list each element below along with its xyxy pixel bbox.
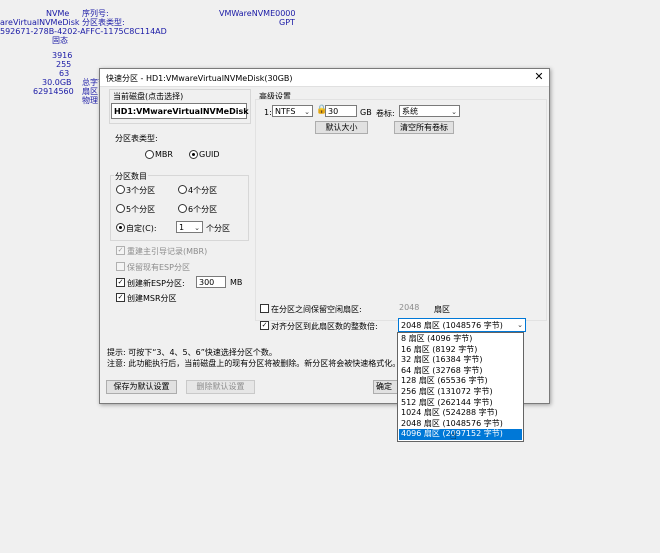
partition-table-label: 分区表类型:	[115, 134, 158, 143]
reserve-space-unit: 扇区	[434, 305, 450, 314]
save-default-button[interactable]: 保存为默认设置	[106, 380, 177, 394]
align-partitions-checkbox[interactable]: ✓	[260, 321, 269, 330]
chevron-down-icon: ⌄	[517, 321, 523, 329]
volume-label-label: 卷标:	[376, 109, 395, 118]
partition-size-unit: GB	[360, 108, 372, 117]
align-option[interactable]: 128 扇区 (65536 字节)	[399, 376, 522, 387]
4-partitions-label[interactable]: 4个分区	[188, 185, 217, 196]
guid-radio[interactable]	[189, 150, 198, 159]
align-option[interactable]: 256 扇区 (131072 字节)	[399, 387, 522, 398]
align-value: 2048 扇区 (1048576 字节)	[401, 321, 503, 330]
reserve-space-value: 2048	[399, 303, 420, 312]
keep-esp-label[interactable]: 保留现有ESP分区	[127, 262, 190, 273]
align-option[interactable]: 32 扇区 (16384 字节)	[399, 355, 522, 366]
create-esp-checkbox[interactable]: ✓	[116, 278, 125, 287]
esp-size-input[interactable]: 300	[196, 276, 226, 288]
align-option[interactable]: 8 扇区 (4096 字节)	[399, 334, 522, 345]
partition-size-input[interactable]: 30	[325, 105, 357, 117]
filesystem-combo[interactable]: NTFS ⌄	[272, 105, 313, 117]
create-msr-label[interactable]: 创建MSR分区	[127, 293, 177, 304]
current-disk-value: HD1:VMwareVirtualNVMeDisk	[114, 107, 249, 116]
bg-ptable-label: 分区表类型:	[82, 18, 125, 27]
default-size-button[interactable]: 默认大小	[315, 121, 368, 134]
create-msr-checkbox[interactable]: ✓	[116, 293, 125, 302]
rebuild-mbr-checkbox[interactable]: ✓	[116, 246, 125, 255]
6-partitions-radio[interactable]	[178, 204, 187, 213]
delete-default-button[interactable]: 删除默认设置	[186, 380, 255, 394]
custom-partitions-label[interactable]: 自定(C):	[126, 223, 157, 234]
dialog-title: 快速分区 - HD1:VMwareVirtualNVMeDisk(30GB)	[106, 74, 293, 83]
clear-all-labels-button[interactable]: 清空所有卷标	[394, 121, 454, 134]
align-dropdown-list[interactable]: 8 扇区 (4096 字节) 16 扇区 (8192 字节) 32 扇区 (16…	[397, 332, 524, 442]
current-disk-label: 当前磁盘(点击选择)	[113, 92, 184, 101]
align-option-highlighted[interactable]: 4096 扇区 (2097152 字节)	[399, 429, 522, 440]
esp-size-unit: MB	[230, 278, 243, 287]
mbr-radio[interactable]	[145, 150, 154, 159]
reserve-space-input[interactable]: 2048	[397, 302, 429, 314]
custom-partitions-radio[interactable]	[116, 223, 125, 232]
volume-label-combo[interactable]: 系统 ⌄	[399, 105, 460, 117]
bg-ptable-value: GPT	[279, 18, 295, 27]
reserve-space-label[interactable]: 在分区之间保留空闲扇区:	[271, 304, 362, 315]
create-esp-label[interactable]: 创建新ESP分区:	[127, 278, 185, 289]
bg-label-physical: 物理	[82, 96, 98, 105]
6-partitions-label[interactable]: 6个分区	[188, 204, 217, 215]
custom-count-suffix: 个分区	[206, 224, 230, 233]
custom-count-combo[interactable]: 1 ⌄	[176, 221, 203, 233]
warning-text: 注意: 此功能执行后，当前磁盘上的现有分区将被删除。新分区将会被快速格式化。	[107, 359, 401, 368]
dialog-titlebar[interactable]: 快速分区 - HD1:VMwareVirtualNVMeDisk(30GB) ✕	[100, 69, 549, 87]
5-partitions-label[interactable]: 5个分区	[126, 204, 155, 215]
align-option[interactable]: 64 扇区 (32768 字节)	[399, 366, 522, 377]
reserve-space-checkbox[interactable]	[260, 304, 269, 313]
mbr-label[interactable]: MBR	[155, 150, 173, 159]
custom-count-value: 1	[179, 223, 185, 232]
partition-row-index: 1:	[264, 108, 272, 117]
3-partitions-radio[interactable]	[116, 185, 125, 194]
esp-size-value: 300	[199, 278, 215, 287]
bg-stat-total-sectors: 62914560	[33, 87, 74, 96]
bg-disk-kind: 固态	[52, 36, 68, 45]
chevron-down-icon: ⌄	[304, 108, 310, 116]
current-disk-selector[interactable]: HD1:VMwareVirtualNVMeDisk	[111, 103, 249, 119]
align-partitions-label[interactable]: 对齐分区到此扇区数的整数倍:	[271, 321, 378, 332]
partition-size-value: 30	[328, 107, 339, 116]
align-combo[interactable]: 2048 扇区 (1048576 字节) ⌄	[398, 318, 526, 332]
4-partitions-radio[interactable]	[178, 185, 187, 194]
3-partitions-label[interactable]: 3个分区	[126, 185, 155, 196]
volume-label-value: 系统	[402, 107, 418, 116]
5-partitions-radio[interactable]	[116, 204, 125, 213]
rebuild-mbr-label[interactable]: 重建主引导记录(MBR)	[127, 246, 207, 257]
guid-label[interactable]: GUID	[199, 150, 220, 159]
align-option[interactable]: 16 扇区 (8192 字节)	[399, 345, 522, 356]
chevron-down-icon: ⌄	[451, 108, 457, 116]
chevron-down-icon: ⌄	[194, 224, 200, 232]
keep-esp-checkbox[interactable]	[116, 262, 125, 271]
filesystem-value: NTFS	[275, 107, 296, 116]
close-icon[interactable]: ✕	[533, 71, 545, 83]
hint-text: 提示: 可按下“3、4、5、6”快速选择分区个数。	[107, 348, 277, 357]
hand-cursor-icon: ☝	[450, 429, 457, 442]
align-option[interactable]: 2048 扇区 (1048576 字节)	[399, 419, 522, 430]
bg-disk-guid: 592671-278B-4202-AFFC-1175C8C114AD	[0, 27, 167, 36]
align-option[interactable]: 512 扇区 (262144 字节)	[399, 398, 522, 409]
partition-count-label: 分区数目	[114, 171, 148, 182]
align-option[interactable]: 1024 扇区 (524288 字节)	[399, 408, 522, 419]
